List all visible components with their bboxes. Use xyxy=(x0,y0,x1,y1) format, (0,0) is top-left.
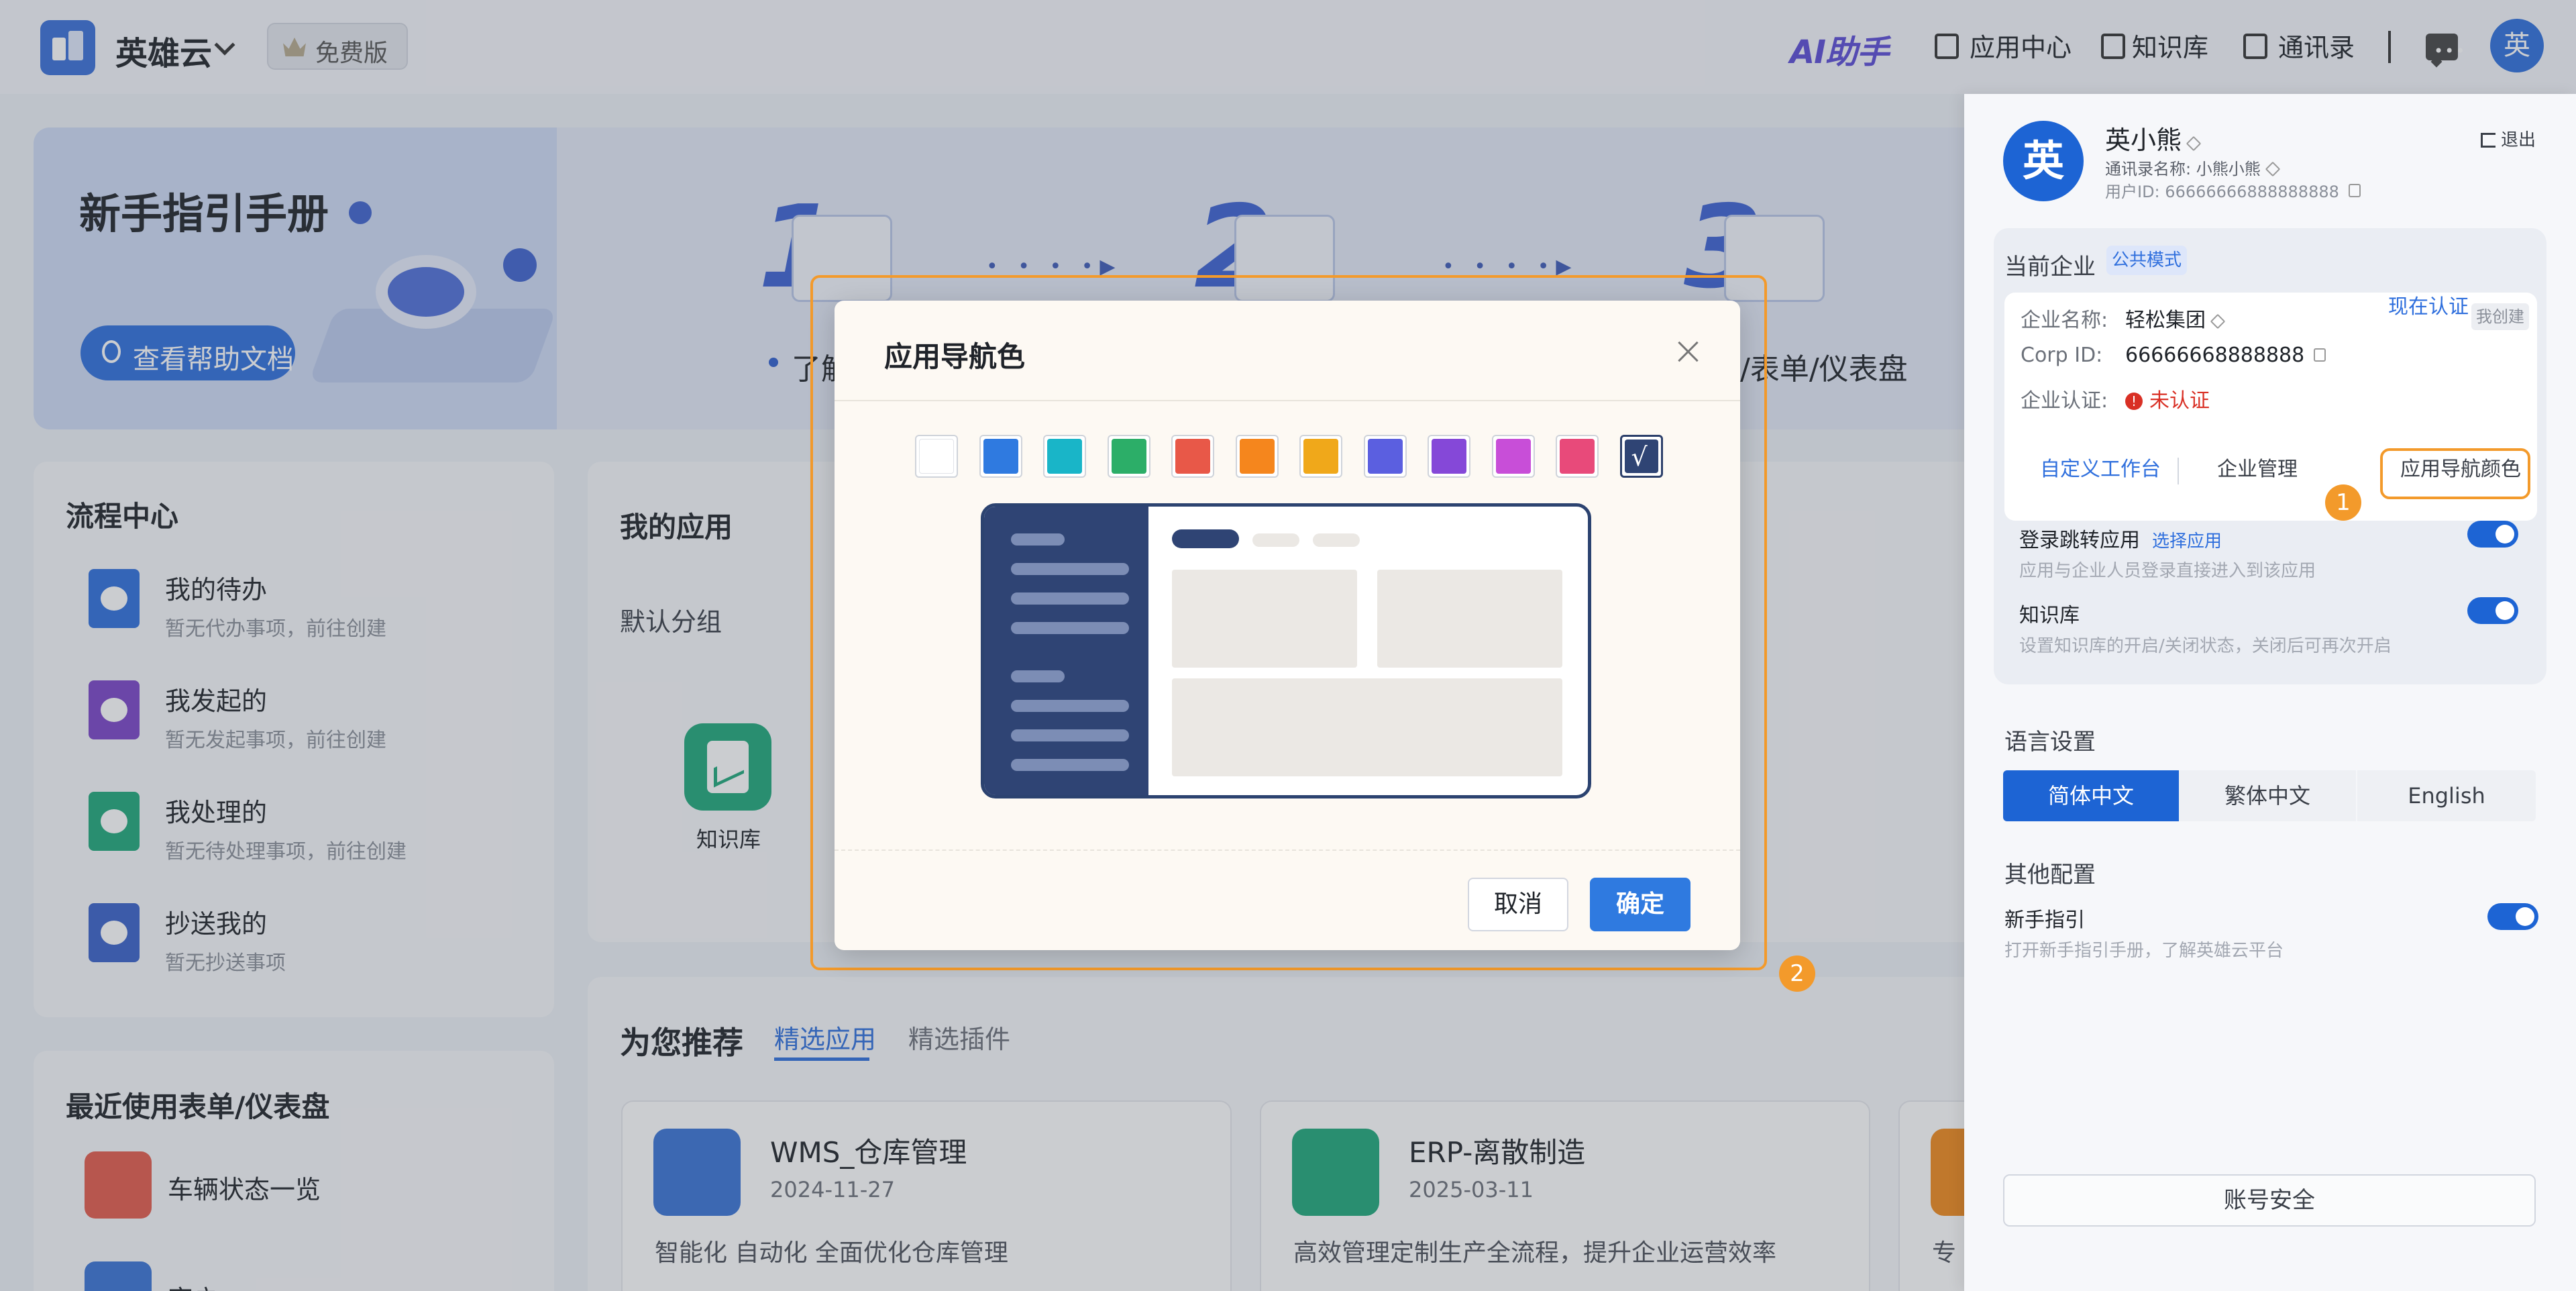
knowledge-title: 知识库 xyxy=(2019,604,2080,627)
company-name: 轻松集团 xyxy=(2125,303,2226,333)
preview-block xyxy=(1172,570,1357,668)
logout-icon xyxy=(2481,133,2496,148)
panel-avatar: 英 xyxy=(2003,121,2084,201)
preview-line xyxy=(1011,759,1129,771)
guide-sub: 打开新手指引手册，了解英雄云平台 xyxy=(2004,941,2284,961)
preview-tab xyxy=(1252,533,1299,547)
cert-label: 企业认证: xyxy=(2021,389,2108,413)
user-id-row: 用户ID: 66666666888888888 xyxy=(2105,178,2361,202)
swatch-magenta[interactable] xyxy=(1491,435,1535,478)
certify-now-link[interactable]: 现在认证 xyxy=(2388,290,2469,319)
warning-icon: ! xyxy=(2125,393,2143,410)
preview-line xyxy=(1011,670,1065,682)
swatch-cyan[interactable] xyxy=(1043,435,1086,478)
corp-id-label: Corp ID: xyxy=(2021,344,2103,367)
login-redirect-toggle[interactable] xyxy=(2467,521,2518,548)
swatch-navy[interactable]: √ xyxy=(1619,435,1663,478)
nav-preview xyxy=(981,503,1591,798)
current-company-label: 当前企业 xyxy=(2004,254,2096,280)
swatch-orange[interactable] xyxy=(1235,435,1279,478)
swatch-blue[interactable] xyxy=(979,435,1022,478)
company-name-label: 企业名称: xyxy=(2021,309,2108,332)
step-badge: 2 xyxy=(1779,956,1815,992)
edit-icon[interactable] xyxy=(2186,136,2202,152)
account-security-button[interactable]: 账号安全 xyxy=(2003,1174,2536,1227)
swatch-yellow[interactable] xyxy=(1299,435,1342,478)
lang-english[interactable]: English xyxy=(2357,770,2536,821)
check-icon: √ xyxy=(1631,442,1648,472)
logout-button[interactable]: 退出 xyxy=(2481,126,2536,151)
preview-sidebar xyxy=(984,507,1148,795)
owner-badge: 我创建 xyxy=(2471,303,2529,330)
copy-icon[interactable] xyxy=(2314,348,2326,362)
swatch-green[interactable] xyxy=(1107,435,1150,478)
mode-badge: 公共模式 xyxy=(2106,246,2187,275)
other-config-label: 其他配置 xyxy=(2004,862,2096,888)
tab-enterprise-mgmt[interactable]: 企业管理 xyxy=(2179,450,2336,490)
app-screen: 英雄云 免费版 AI助手 应用中心 知识库 通讯录 ••• 英 新手指引手册 查… xyxy=(0,0,2576,1291)
preview-line xyxy=(1011,700,1129,712)
login-redirect-title: 登录跳转应用 选择应用 xyxy=(2019,529,2222,552)
cancel-button[interactable]: 取消 xyxy=(1468,878,1568,931)
tab-custom-workbench[interactable]: 自定义工作台 xyxy=(2022,450,2179,490)
dialog-footer-divider xyxy=(835,849,1740,851)
preview-line xyxy=(1011,563,1129,575)
preview-block xyxy=(1377,570,1562,668)
preview-active-tab xyxy=(1172,529,1239,548)
corp-id: 66666668888888 xyxy=(2125,344,2326,367)
preview-line xyxy=(1011,592,1129,605)
guide-title: 新手指引 xyxy=(2004,909,2085,932)
swatch-red[interactable] xyxy=(1171,435,1214,478)
knowledge-sub: 设置知识库的开启/关闭状态，关闭后可再次开启 xyxy=(2019,636,2392,656)
preview-line xyxy=(1011,622,1129,634)
language-label: 语言设置 xyxy=(2004,729,2096,756)
preview-tab xyxy=(1313,533,1360,547)
cert-status: ! 未认证 xyxy=(2125,384,2210,413)
step-badge: 1 xyxy=(2325,484,2361,521)
preview-block xyxy=(1172,678,1562,776)
account-settings-panel: 英 英小熊 通讯录名称: 小熊小熊 用户ID: 6666666688888888… xyxy=(1964,94,2576,1291)
swatch-indigo[interactable] xyxy=(1363,435,1407,478)
login-redirect-sub: 应用与企业人员登录直接进入到该应用 xyxy=(2019,561,2316,581)
contact-name-row: 通讯录名称: 小熊小熊 xyxy=(2105,156,2281,179)
confirm-button[interactable]: 确定 xyxy=(1590,878,1690,931)
swatch-purple[interactable] xyxy=(1428,435,1470,478)
highlight-box xyxy=(2380,448,2530,499)
preview-line xyxy=(1011,533,1065,546)
nav-color-dialog: 应用导航色 √ 取消 确定 xyxy=(835,301,1740,950)
copy-icon[interactable] xyxy=(2348,184,2361,197)
lang-simplified[interactable]: 简体中文 xyxy=(2003,770,2179,821)
edit-icon[interactable] xyxy=(2265,161,2281,177)
select-app-link[interactable]: 选择应用 xyxy=(2152,531,2222,552)
close-icon[interactable] xyxy=(1674,338,1701,365)
guide-toggle[interactable] xyxy=(2487,903,2538,930)
lang-traditional[interactable]: 繁体中文 xyxy=(2179,770,2356,821)
knowledge-toggle[interactable] xyxy=(2467,597,2518,624)
swatch-white[interactable] xyxy=(915,435,958,478)
user-name: 英小熊 xyxy=(2105,119,2202,156)
edit-icon[interactable] xyxy=(2210,313,2226,329)
dialog-title: 应用导航色 xyxy=(884,340,1026,373)
swatch-pink[interactable] xyxy=(1556,435,1599,478)
preview-line xyxy=(1011,729,1129,741)
dialog-divider xyxy=(835,400,1740,401)
